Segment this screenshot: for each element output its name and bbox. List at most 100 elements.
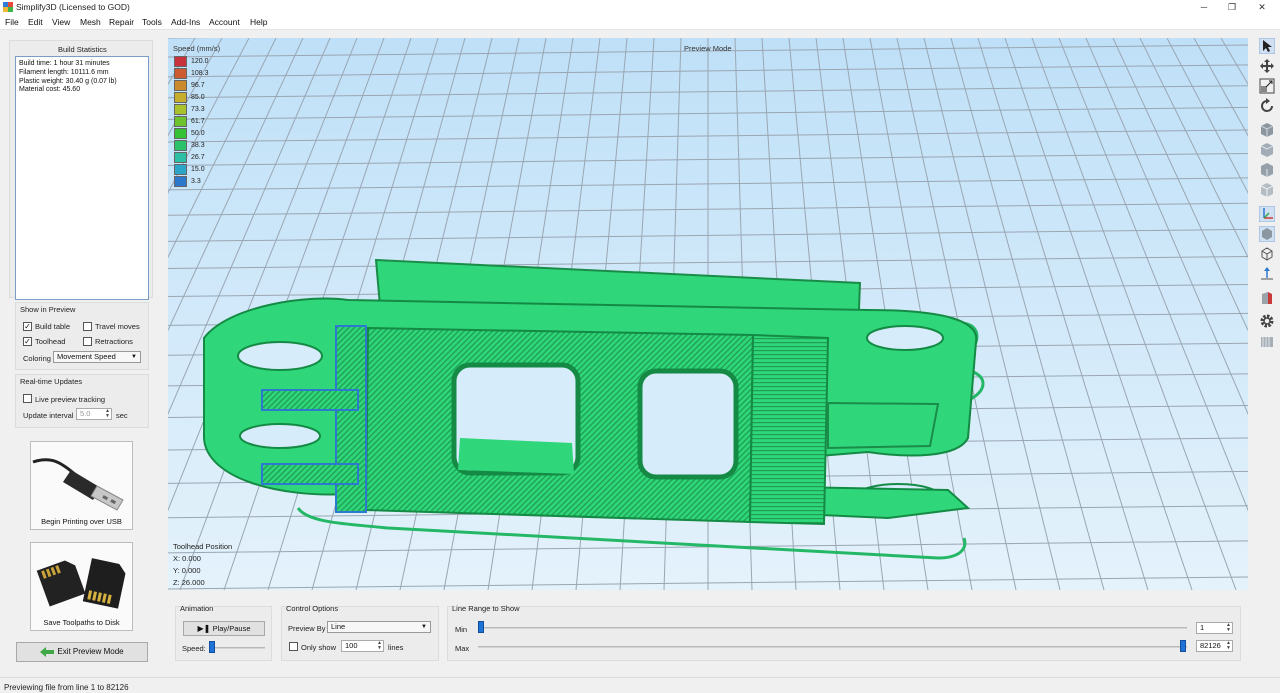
travel-moves-checkbox[interactable] (83, 322, 92, 331)
menu-repair[interactable]: Repair (109, 17, 134, 27)
right-toolbar (1254, 31, 1280, 667)
stat-build-time: Build time: 1 hour 31 minutes (19, 60, 110, 67)
cross-section-icon[interactable] (1259, 290, 1275, 306)
menu-view[interactable]: View (52, 17, 70, 27)
print-usb-button[interactable]: Begin Printing over USB (30, 441, 133, 530)
min-slider-track (478, 627, 1187, 629)
speed-legend-value: 38.3 (191, 142, 205, 149)
menu-file[interactable]: File (5, 17, 19, 27)
preview-by-value: Line (331, 622, 346, 631)
speed-legend-swatch (174, 68, 187, 79)
only-show-checkbox[interactable] (289, 642, 298, 651)
speed-legend-swatch (174, 128, 187, 139)
speed-legend-value: 26.7 (191, 154, 205, 161)
stat-material-cost: Material cost: 45.60 (19, 86, 81, 94)
min-spinbox[interactable]: 1 ▲ ▼ (1196, 622, 1233, 634)
view-default-icon[interactable] (1259, 122, 1275, 138)
line-range-title: Line Range to Show (452, 604, 520, 613)
toolhead-x: X: 0.000 (173, 554, 201, 563)
live-preview-checkbox[interactable] (23, 394, 32, 403)
view-front-icon[interactable] (1259, 142, 1275, 158)
menu-add-ins[interactable]: Add-Ins (171, 17, 200, 27)
speed-slider-thumb[interactable] (209, 641, 215, 653)
dropdown-arrow-icon: ▼ (131, 354, 137, 360)
speed-legend-swatch (174, 140, 187, 151)
control-options-group (281, 606, 439, 661)
view-side-icon[interactable] (1259, 182, 1275, 198)
speed-legend-row: 120.0 (174, 56, 234, 67)
status-bar: Previewing file from line 1 to 82126 (0, 677, 1280, 693)
menu-bar: File Edit View Mesh Repair Tools Add-Ins… (0, 14, 1280, 30)
window-title: Simplify3D (Licensed to GOD) (16, 2, 130, 12)
max-spinbox[interactable]: 82126 ▲ ▼ (1196, 640, 1233, 652)
speed-legend-value: 96.7 (191, 82, 205, 89)
max-value: 82126 (1200, 641, 1221, 650)
speed-legend-swatch (174, 56, 187, 67)
menu-help[interactable]: Help (250, 17, 267, 27)
speed-legend-row: 50.0 (174, 128, 234, 139)
play-pause-button[interactable]: ▶❚ Play/Pause (183, 621, 265, 636)
speed-legend-value: 73.3 (191, 106, 205, 113)
build-statistics-title: Build Statistics (58, 45, 107, 54)
print-usb-label: Begin Printing over USB (41, 517, 122, 526)
preview-viewport[interactable]: Preview Mode Speed (mm/s) 120.0 108.3 96.7… (168, 38, 1248, 590)
speed-legend-row: 38.3 (174, 140, 234, 151)
coloring-dropdown[interactable]: Movement Speed ▼ (53, 351, 141, 363)
exit-preview-button[interactable]: Exit Preview Mode (16, 642, 148, 662)
build-plate-grid (168, 38, 1248, 590)
axes-icon[interactable] (1259, 206, 1275, 222)
speed-label: Speed: (182, 644, 206, 653)
back-arrow-icon (40, 646, 55, 657)
speed-legend-swatch (174, 80, 187, 91)
speed-legend-value: 85.0 (191, 94, 205, 101)
status-text: Previewing file from line 1 to 82126 (4, 683, 129, 692)
stat-plastic-weight: Plastic weight: 30.40 g (0.07 lb) (19, 77, 117, 85)
toolhead-label: Toolhead (35, 337, 66, 346)
coloring-value: Movement Speed (57, 352, 116, 361)
stat-filament-length: Filament length: 10111.6 mm (19, 68, 109, 76)
z-axis-icon[interactable] (1259, 266, 1275, 282)
menu-account[interactable]: Account (209, 17, 240, 27)
build-statistics-box: Build time: 1 hour 31 minutes Filament l… (15, 56, 149, 300)
speed-legend-row: 15.0 (174, 164, 234, 175)
min-slider-thumb[interactable] (478, 621, 484, 633)
max-label: Max (455, 644, 470, 653)
menu-edit[interactable]: Edit (28, 17, 43, 27)
print-bed-icon[interactable] (1259, 333, 1275, 349)
menu-mesh[interactable]: Mesh (80, 17, 101, 27)
only-show-label: Only show (301, 643, 337, 652)
max-slider-track (478, 646, 1187, 648)
preview-by-dropdown[interactable]: Line ▼ (327, 621, 431, 633)
only-show-spinbox[interactable]: 100 ▲ ▼ (341, 640, 384, 652)
speed-legend-value: 120.0 (191, 58, 209, 65)
speed-legend-row: 3.3 (174, 176, 234, 187)
only-show-value: 100 (345, 641, 358, 650)
live-preview-label: Live preview tracking (35, 395, 106, 404)
build-table-checkbox[interactable]: ✓ (23, 322, 32, 331)
close-button[interactable]: ✕ (1244, 0, 1280, 14)
max-slider-thumb[interactable] (1180, 640, 1186, 652)
dropdown-arrow-icon: ▼ (421, 624, 427, 630)
speed-legend-swatch (174, 104, 187, 115)
view-top-icon[interactable] (1259, 162, 1275, 178)
solid-view-icon[interactable] (1259, 226, 1275, 242)
retractions-checkbox[interactable] (83, 337, 92, 346)
update-interval-spinbox[interactable]: 5.0 ▲ ▼ (76, 408, 112, 420)
scale-icon[interactable] (1259, 78, 1275, 94)
settings-gear-icon[interactable] (1259, 313, 1275, 329)
title-bar: Simplify3D (Licensed to GOD) ─ ❐ ✕ (0, 0, 1280, 14)
speed-legend-row: 61.7 (174, 116, 234, 127)
wireframe-view-icon[interactable] (1259, 246, 1275, 262)
rotate-icon[interactable] (1259, 98, 1275, 114)
retractions-label: Retractions (95, 337, 133, 346)
save-toolpaths-button[interactable]: Save Toolpaths to Disk (30, 542, 133, 631)
select-icon[interactable] (1259, 38, 1275, 54)
speed-legend-value: 61.7 (191, 118, 205, 125)
speed-legend-value: 15.0 (191, 166, 205, 173)
speed-legend-row: 26.7 (174, 152, 234, 163)
speed-legend-swatch (174, 152, 187, 163)
menu-tools[interactable]: Tools (142, 17, 162, 27)
speed-legend-value: 50.0 (191, 130, 205, 137)
move-icon[interactable] (1259, 58, 1275, 74)
toolhead-checkbox[interactable]: ✓ (23, 337, 32, 346)
